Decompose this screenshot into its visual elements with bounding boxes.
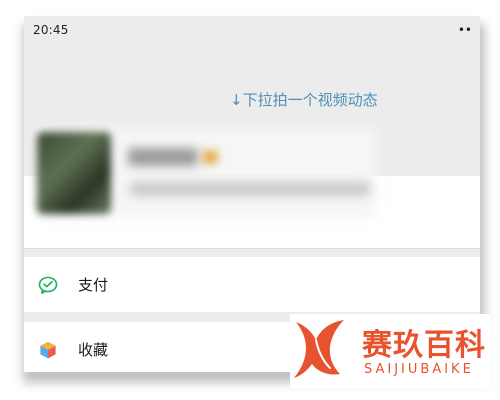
profile-nickname [128, 148, 198, 166]
watermark-logo: 赛玖百科 SAIJIUBAIKE [290, 314, 490, 388]
profile-wechat-id [130, 182, 370, 196]
whale-tail-logo-icon [292, 316, 356, 384]
wechat-pay-icon [38, 275, 58, 295]
profile-badge [202, 150, 218, 164]
menu-item-label: 收藏 [78, 341, 109, 359]
status-time: 20:45 [33, 23, 69, 37]
section-gap [24, 249, 480, 257]
status-indicator: •• [457, 23, 472, 37]
favorites-cube-icon [38, 340, 58, 360]
pull-down-hint: ↓下拉拍一个视频动态 [230, 91, 378, 109]
stage: 20:45 •• ↓下拉拍一个视频动态 支付 收藏 赛玖百科 SAIJIUBAI… [0, 0, 500, 400]
menu-item-pay[interactable]: 支付 [24, 257, 480, 312]
menu-item-label: 支付 [78, 276, 109, 294]
watermark-subtitle: SAIJIUBAIKE [364, 362, 474, 377]
watermark-title: 赛玖百科 [362, 328, 486, 363]
avatar[interactable] [37, 132, 111, 214]
